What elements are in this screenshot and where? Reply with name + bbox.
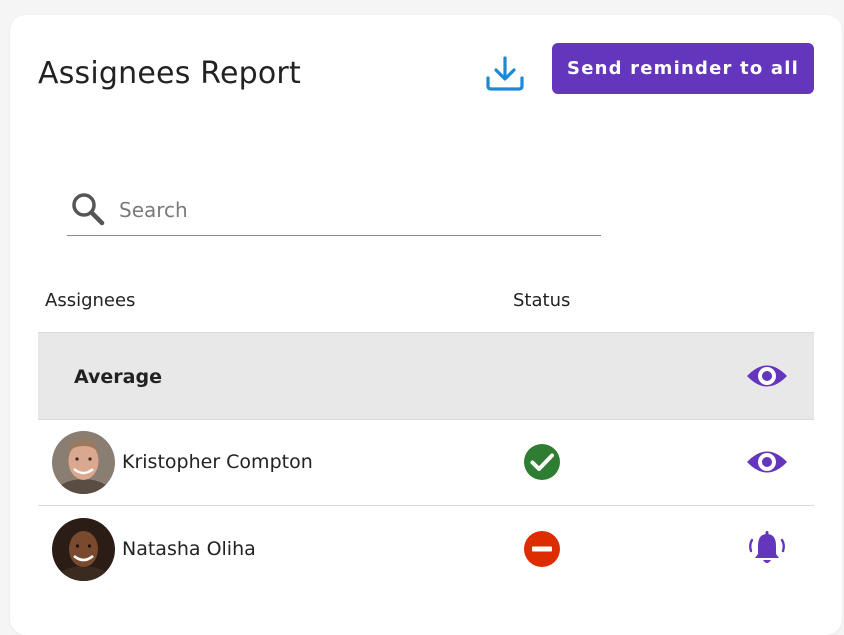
send-reminder-all-button[interactable]: Send reminder to all — [552, 43, 814, 94]
column-header-assignees[interactable]: Assignees — [45, 290, 135, 311]
download-button[interactable] — [484, 53, 526, 95]
search-bar — [67, 186, 601, 236]
minus-circle-icon — [524, 531, 560, 567]
average-label: Average — [74, 366, 162, 388]
assignee-name: Kristopher Compton — [122, 451, 313, 473]
page-title: Assignees Report — [38, 56, 301, 91]
table-row[interactable]: Kristopher Compton — [38, 419, 814, 506]
check-circle-icon — [524, 444, 560, 480]
avatar — [52, 431, 115, 494]
assignee-name: Natasha Oliha — [122, 538, 256, 560]
search-icon — [72, 193, 105, 226]
average-row: Average — [38, 332, 814, 420]
eye-icon[interactable] — [744, 443, 790, 481]
bell-icon[interactable] — [744, 530, 790, 568]
eye-icon[interactable] — [744, 357, 790, 395]
table-row[interactable]: Natasha Oliha — [38, 506, 814, 592]
search-input[interactable] — [117, 192, 591, 228]
download-icon — [486, 56, 524, 91]
avatar — [52, 518, 115, 581]
column-header-status[interactable]: Status — [513, 290, 570, 311]
